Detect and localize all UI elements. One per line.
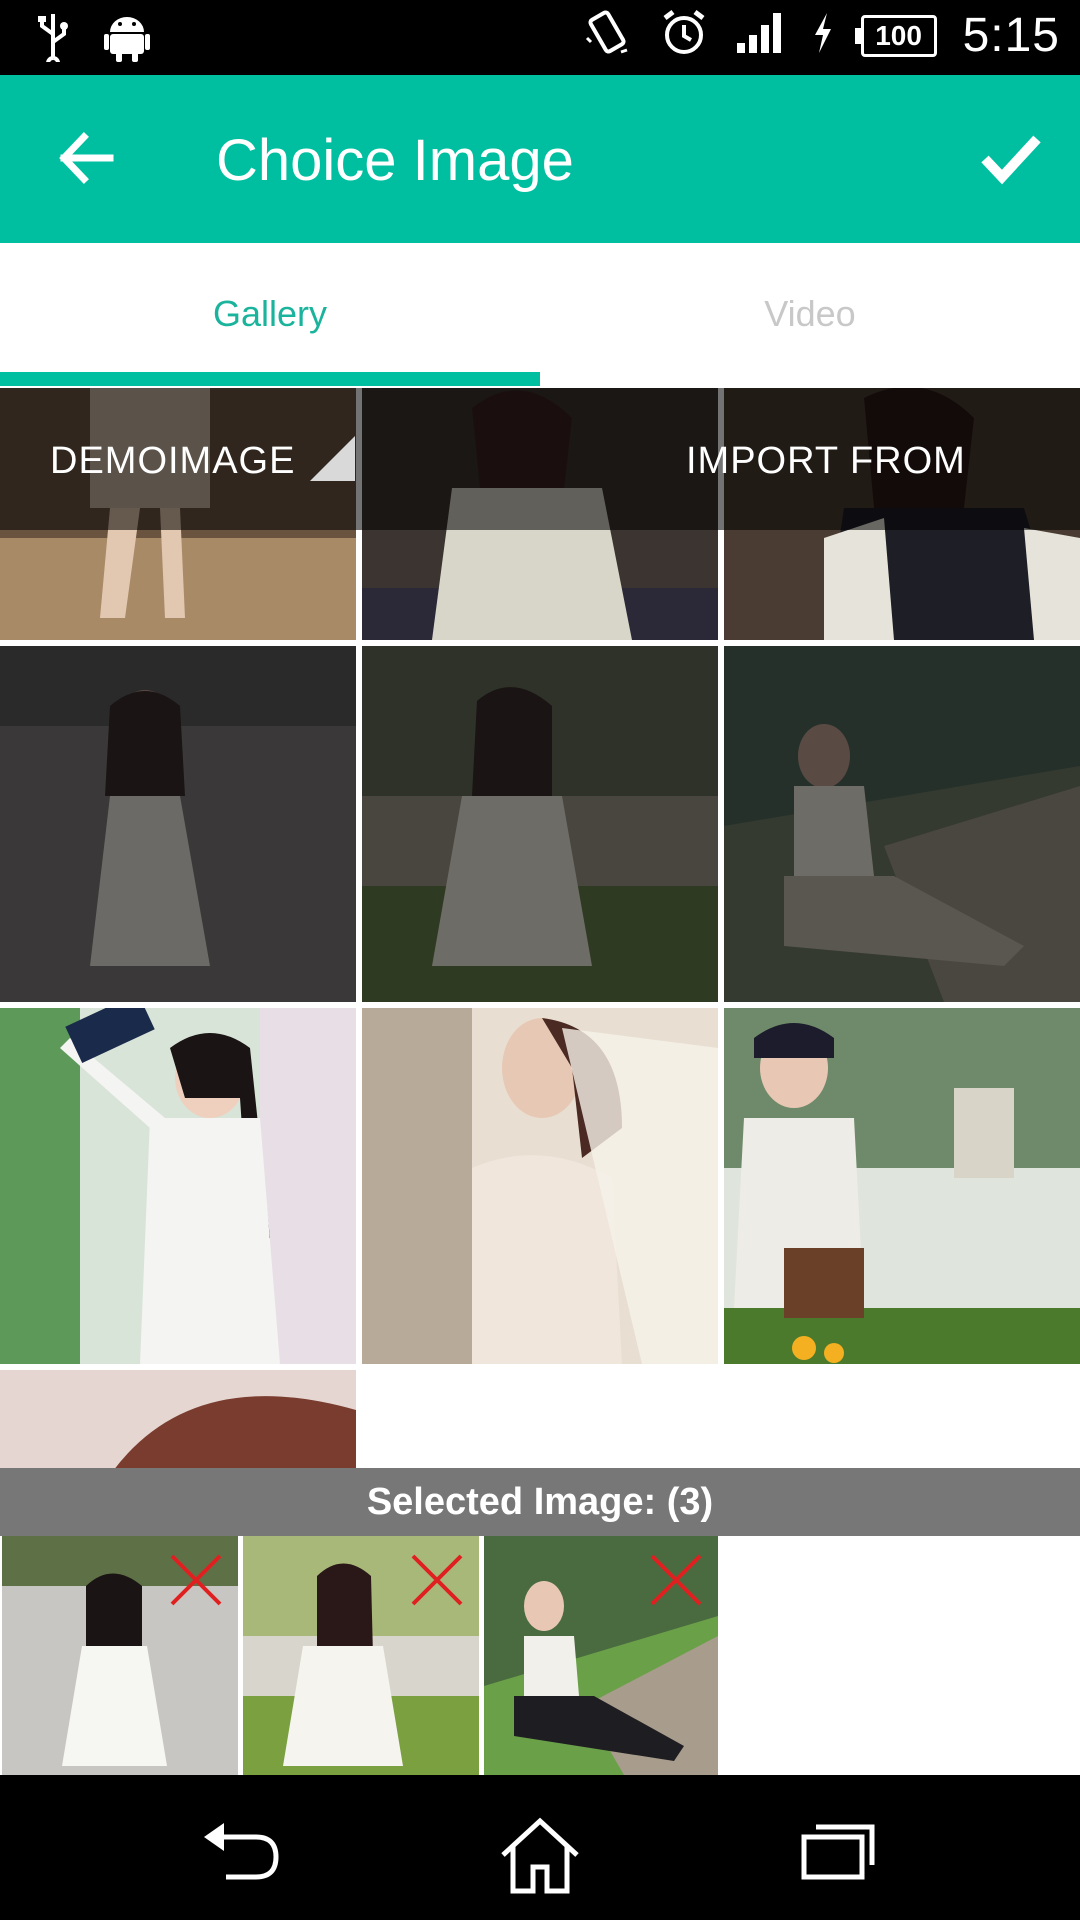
import-from-button[interactable]: IMPORT FROM [686,440,966,483]
tab-indicator [0,372,540,386]
battery-icon: 100 [854,14,937,57]
selected-count-bar: Selected Image: (3) [0,1468,1080,1536]
photo-tile[interactable] [0,1008,356,1364]
app-bar: Choice Image [0,75,1080,243]
android-icon [104,12,150,67]
photo-tile[interactable] [362,646,718,1002]
remove-x-icon[interactable] [168,1552,224,1608]
clock: 5:15 [962,9,1060,62]
charging-icon [811,11,835,60]
navigation-bar [0,1775,1080,1920]
tab-bar: Gallery Video [0,243,1080,388]
tab-gallery[interactable]: Gallery [0,293,540,335]
remove-x-icon[interactable] [409,1552,465,1608]
remove-x-icon[interactable] [648,1552,704,1608]
checkmark-icon[interactable] [975,123,1045,193]
selected-count-label: Selected Image: (3) [366,1481,714,1523]
selected-thumb[interactable] [243,1536,479,1775]
folder-bar: DEMOIMAGE IMPORT FROM [0,388,1080,530]
photo-tile[interactable] [362,1008,718,1364]
selected-thumb[interactable] [2,1536,238,1775]
photo-tile[interactable] [0,646,356,1002]
selected-thumbnails [0,1536,1080,1775]
back-arrow-icon[interactable] [52,123,122,193]
selected-thumb[interactable] [484,1536,718,1775]
nav-recents-icon[interactable] [796,1815,886,1885]
signal-icon [735,11,785,60]
folder-dropdown-label[interactable]: DEMOIMAGE [50,440,295,483]
nav-back-icon[interactable] [196,1815,286,1885]
photo-tile[interactable] [724,1008,1080,1364]
nav-home-icon[interactable] [495,1815,585,1894]
alarm-icon [659,8,709,63]
status-bar: 100 5:15 [0,0,1080,75]
dropdown-triangle-icon[interactable] [310,436,355,481]
usb-icon [36,12,70,70]
tab-video[interactable]: Video [540,293,1080,335]
vibrate-icon [583,8,633,63]
photo-tile[interactable] [724,646,1080,1002]
page-title: Choice Image [216,128,574,193]
